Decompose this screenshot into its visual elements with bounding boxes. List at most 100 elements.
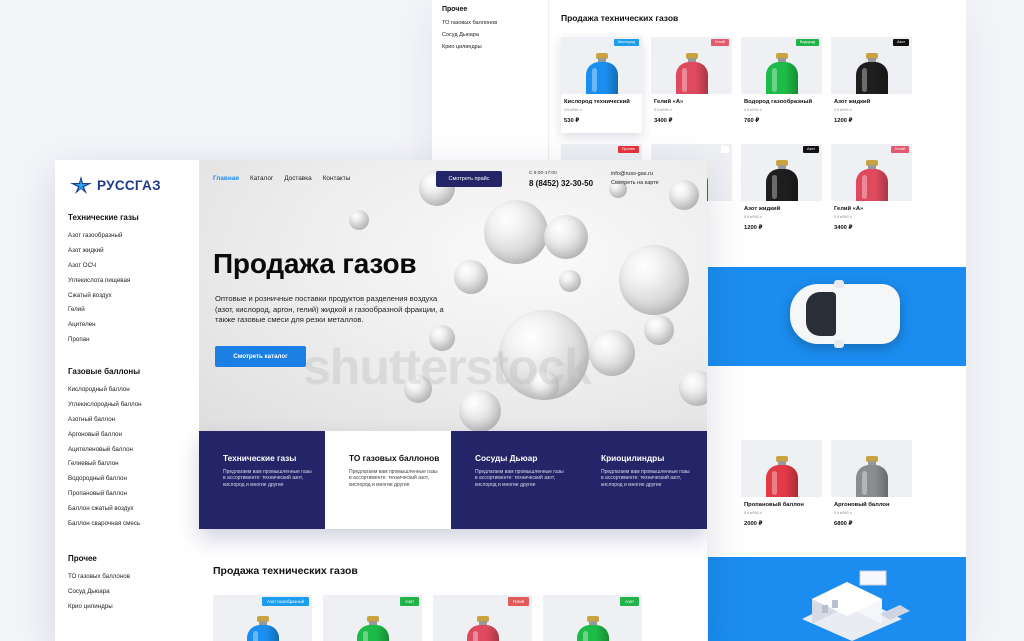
logo-text: РУССГАЗ bbox=[97, 177, 161, 193]
product-badge: Азот bbox=[803, 146, 819, 153]
product-price: 760 ₽ bbox=[744, 118, 760, 124]
sidebar-item[interactable]: Гелий bbox=[68, 306, 139, 321]
product-card[interactable]: Кислород Кислород технический 0,9 м³/40 л 5… bbox=[561, 37, 642, 133]
back-sidebar-item[interactable]: ТО газовых баллонов bbox=[442, 20, 548, 26]
category-dewar-vessels[interactable]: Сосуды Дьюар Предлагаем вам промышленные… bbox=[451, 431, 577, 529]
product-card[interactable]: Пропановый баллон 0,9 м³/40 л 2000 ₽ bbox=[741, 440, 822, 536]
nav-home[interactable]: Главная bbox=[213, 175, 239, 182]
nav-delivery[interactable]: Доставка bbox=[284, 175, 311, 182]
product-card[interactable]: Гелий Гелий «А» 0,9 м³/40 л 3400 ₽ bbox=[831, 144, 912, 240]
product-image: Гелий bbox=[651, 37, 732, 94]
sidebar-item[interactable]: Гелиевый баллон bbox=[68, 460, 142, 475]
category-title: Сосуды Дьюар bbox=[475, 453, 538, 463]
product-badge bbox=[721, 146, 729, 153]
product-image: Азот bbox=[741, 144, 822, 201]
delivery-banner bbox=[708, 267, 966, 366]
sidebar-item[interactable]: Баллон сварочная смесь bbox=[68, 520, 142, 535]
product-name: Азот жидкий bbox=[834, 99, 871, 105]
category-title: Технические газы bbox=[223, 453, 297, 463]
sidebar-item[interactable]: Сосуд Дьюара bbox=[68, 588, 130, 603]
sidebar-item[interactable]: Крио цилиндры bbox=[68, 603, 130, 618]
sidebar-item[interactable]: Азот ОСЧ bbox=[68, 262, 139, 277]
product-badge: Азот газообразный bbox=[262, 597, 309, 606]
sidebar-item[interactable]: Азот газообразный bbox=[68, 232, 139, 247]
product-card[interactable]: Азот bbox=[543, 595, 642, 641]
sidebar-item[interactable]: Азотный баллон bbox=[68, 416, 142, 431]
product-card[interactable]: Азот bbox=[323, 595, 422, 641]
sidebar-item[interactable]: Аргоновый баллон bbox=[68, 431, 142, 446]
product-card[interactable]: Водород Водород газообразный 0,9 м³/40 л 76… bbox=[741, 37, 822, 133]
nav-catalog[interactable]: Каталог bbox=[250, 175, 273, 182]
sidebar-item[interactable]: Баллон сжатый воздух bbox=[68, 505, 142, 520]
product-price: 530 ₽ bbox=[564, 118, 580, 124]
sidebar-item[interactable]: Пропан bbox=[68, 336, 139, 351]
back-sidebar-item[interactable]: Сосуд Дьюара bbox=[442, 32, 548, 38]
gas-cylinder-image bbox=[246, 615, 279, 641]
category-cylinder-service[interactable]: ТО газовых баллонов Предлагаем вам промы… bbox=[325, 431, 451, 529]
category-text: Предлагаем вам промышленные газы в ассор… bbox=[223, 469, 312, 488]
sidebar-item[interactable]: Ацителен bbox=[68, 321, 139, 336]
product-badge: Азот bbox=[893, 39, 909, 46]
nav-contacts[interactable]: Контакты bbox=[323, 175, 351, 182]
category-technical-gases[interactable]: Технические газы Предлагаем вам промышле… bbox=[199, 431, 325, 529]
map-link[interactable]: Смотреть на карте bbox=[611, 180, 659, 186]
bubble bbox=[669, 180, 699, 210]
bubble bbox=[679, 370, 707, 406]
product-image bbox=[741, 440, 822, 497]
gas-cylinder-image bbox=[675, 52, 708, 94]
product-price: 1200 ₽ bbox=[834, 118, 853, 124]
product-badge: Водород bbox=[795, 39, 819, 46]
view-price-button[interactable]: Смотреть прайс bbox=[436, 171, 502, 187]
bubble bbox=[454, 260, 488, 294]
sidebar-item[interactable]: Ацителеновый баллон bbox=[68, 446, 142, 461]
sales-section-title: Продажа технических газов bbox=[213, 565, 358, 577]
product-name: Кислород технический bbox=[564, 99, 630, 105]
product-card[interactable]: Гелий Гелий «А» 0,9 м³/40 л 3400 ₽ bbox=[651, 37, 732, 133]
sidebar-item[interactable]: Азот жидкий bbox=[68, 247, 139, 262]
category-title: ТО газовых баллонов bbox=[349, 453, 440, 463]
product-card[interactable]: Гелий bbox=[433, 595, 532, 641]
product-price: 3400 ₽ bbox=[654, 118, 673, 124]
back-sidebar-title: Прочее bbox=[442, 6, 468, 13]
product-sub: 0,9 м³/40 л bbox=[744, 511, 762, 515]
product-badge: Гелий bbox=[890, 146, 909, 153]
category-text: Предлагаем вам промышленные газы в ассор… bbox=[349, 469, 438, 488]
product-image: Кислород bbox=[561, 37, 642, 94]
category-title: Криоцилиндры bbox=[601, 453, 665, 463]
product-badge: Азот bbox=[400, 597, 419, 606]
sidebar: РУССГАЗ Технические газы Азот газообразны… bbox=[55, 160, 199, 641]
product-badge: Гелий bbox=[507, 597, 529, 606]
product-name: Аргоновый баллон bbox=[834, 502, 890, 508]
product-price: 6800 ₽ bbox=[834, 521, 853, 527]
logo[interactable]: РУССГАЗ bbox=[70, 176, 161, 194]
email-link[interactable]: info@russ-gas.ru bbox=[611, 171, 653, 177]
view-catalog-button[interactable]: Смотреть каталог bbox=[215, 346, 306, 367]
gas-cylinder-image bbox=[855, 159, 888, 201]
sidebar-item[interactable]: Водородный баллон bbox=[68, 475, 142, 490]
warehouse-illustration bbox=[802, 570, 910, 641]
phone-number[interactable]: 8 (8452) 32-30-50 bbox=[529, 179, 593, 188]
sidebar-item[interactable]: Углекислородный баллон bbox=[68, 401, 142, 416]
back-sidebar-item[interactable]: Крио цилиндры bbox=[442, 44, 548, 50]
product-card[interactable]: Азот газообразный bbox=[213, 595, 312, 641]
product-name: Азот жидкий bbox=[744, 206, 781, 212]
bubble bbox=[349, 210, 369, 230]
hero: Главная Каталог Доставка Контакты Смотре… bbox=[199, 160, 707, 431]
gas-cylinder-image bbox=[855, 52, 888, 94]
sidebar-item[interactable]: Сжатый воздух bbox=[68, 292, 139, 307]
sidebar-section: Газовые баллоны Кислородный баллон Углекис… bbox=[68, 367, 142, 535]
bubble bbox=[644, 315, 674, 345]
product-sub: 0,9 м³/40 л bbox=[834, 511, 852, 515]
gas-cylinder-image bbox=[855, 455, 888, 497]
bubble bbox=[619, 245, 689, 315]
product-card[interactable]: Аргоновый баллон 0,9 м³/40 л 6800 ₽ bbox=[831, 440, 912, 536]
sidebar-item[interactable]: Углекислота пищевая bbox=[68, 277, 139, 292]
product-badge: Гелий bbox=[710, 39, 729, 46]
product-sub: 0,9 м³/40 л bbox=[564, 108, 582, 112]
product-card[interactable]: Азот Азот жидкий 0,9 м³/40 л 1200 ₽ bbox=[831, 37, 912, 133]
product-card[interactable]: Азот Азот жидкий 0,9 м³/40 л 1200 ₽ bbox=[741, 144, 822, 240]
sidebar-item[interactable]: Кислородный баллон bbox=[68, 386, 142, 401]
sidebar-item[interactable]: ТО газовых баллонов bbox=[68, 573, 130, 588]
category-cryocylinders[interactable]: Криоцилиндры Предлагаем вам промышленные… bbox=[577, 431, 703, 529]
sidebar-item[interactable]: Пропановый баллон bbox=[68, 490, 142, 505]
